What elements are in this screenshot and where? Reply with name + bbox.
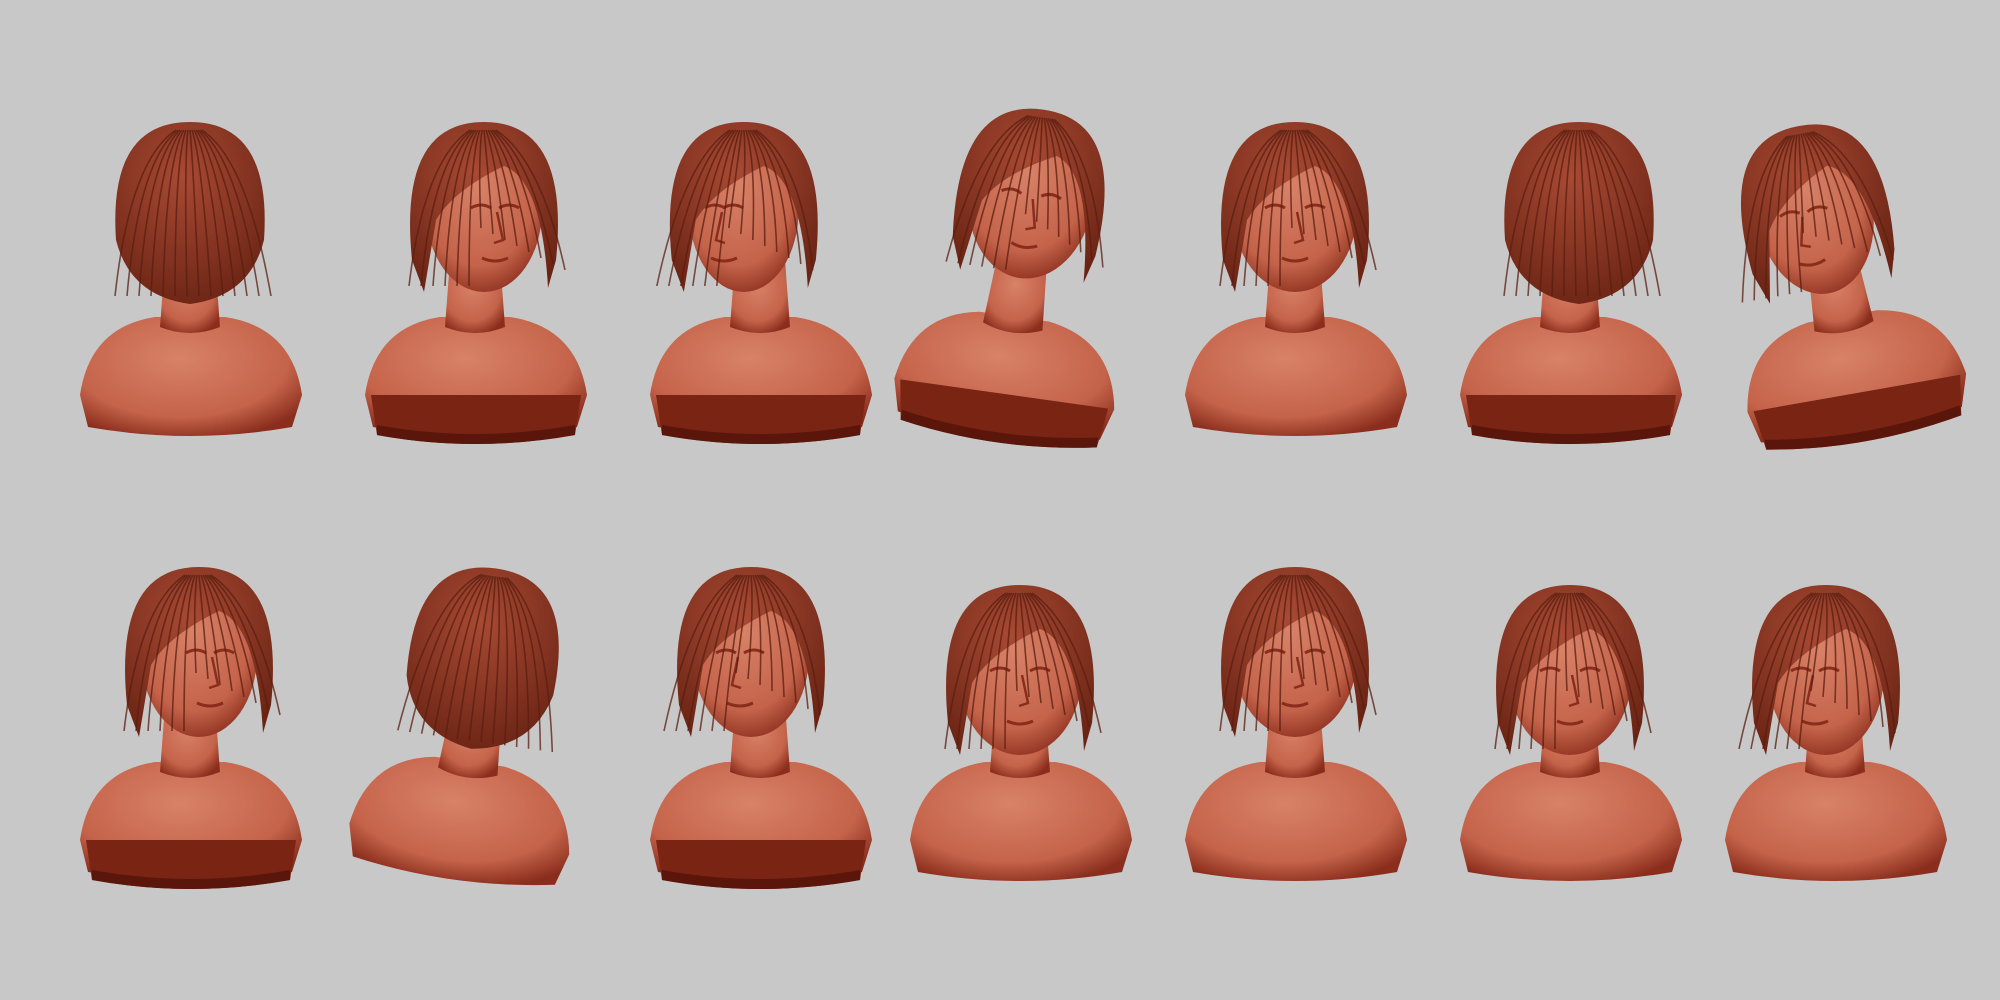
bust-top-row-6 [1440, 95, 1700, 455]
bust-figure [650, 567, 872, 889]
bust-figure [80, 122, 302, 436]
shoulders [1185, 317, 1407, 436]
bust-figure [1725, 585, 1947, 881]
bust-render [1185, 567, 1407, 881]
bust-figure [1185, 567, 1407, 881]
bust-top-row-2 [345, 95, 605, 455]
bust-figure [1460, 585, 1682, 881]
bust-top-row-3 [630, 95, 890, 455]
shoulders [1725, 762, 1947, 881]
bust-render [1741, 124, 1967, 450]
bust-bottom-row-7 [1705, 540, 1965, 900]
bust-render [80, 567, 302, 889]
bust-render [650, 122, 872, 444]
bust-render [1185, 122, 1407, 436]
bust-render [1460, 585, 1682, 881]
bust-render [349, 567, 570, 886]
bust-render [1460, 122, 1682, 444]
bust-bottom-row-5 [1165, 540, 1425, 900]
shoulders [1185, 762, 1407, 881]
bust-figure [1741, 124, 1967, 450]
bust-figure [1460, 122, 1682, 444]
bust-bottom-row-4 [890, 540, 1150, 900]
bust-figure [365, 122, 587, 444]
bust-figure [80, 567, 302, 889]
bust-render [365, 122, 587, 444]
shoulders [910, 762, 1132, 881]
bust-render [1725, 585, 1947, 881]
bust-render [910, 585, 1132, 881]
bust-top-row-7 [1705, 95, 1967, 455]
bust-figure [349, 567, 570, 886]
bust-top-row-4 [890, 95, 1150, 455]
bust-figure [650, 122, 872, 444]
bust-bottom-row-1 [60, 540, 320, 900]
bust-top-row-5 [1165, 95, 1425, 455]
bust-figure [1185, 122, 1407, 436]
bust-bottom-row-6 [1440, 540, 1700, 900]
bust-top-row-1 [60, 95, 320, 455]
bust-bottom-row-3 [630, 540, 890, 900]
sculpt-turnaround-sheet [0, 0, 2000, 1000]
shoulders [80, 317, 302, 436]
bust-figure [894, 108, 1115, 448]
bust-render [894, 108, 1115, 448]
bust-figure [910, 585, 1132, 881]
shoulders [1460, 762, 1682, 881]
bust-bottom-row-2 [345, 540, 605, 900]
bust-render [80, 122, 302, 436]
bust-render [650, 567, 872, 889]
